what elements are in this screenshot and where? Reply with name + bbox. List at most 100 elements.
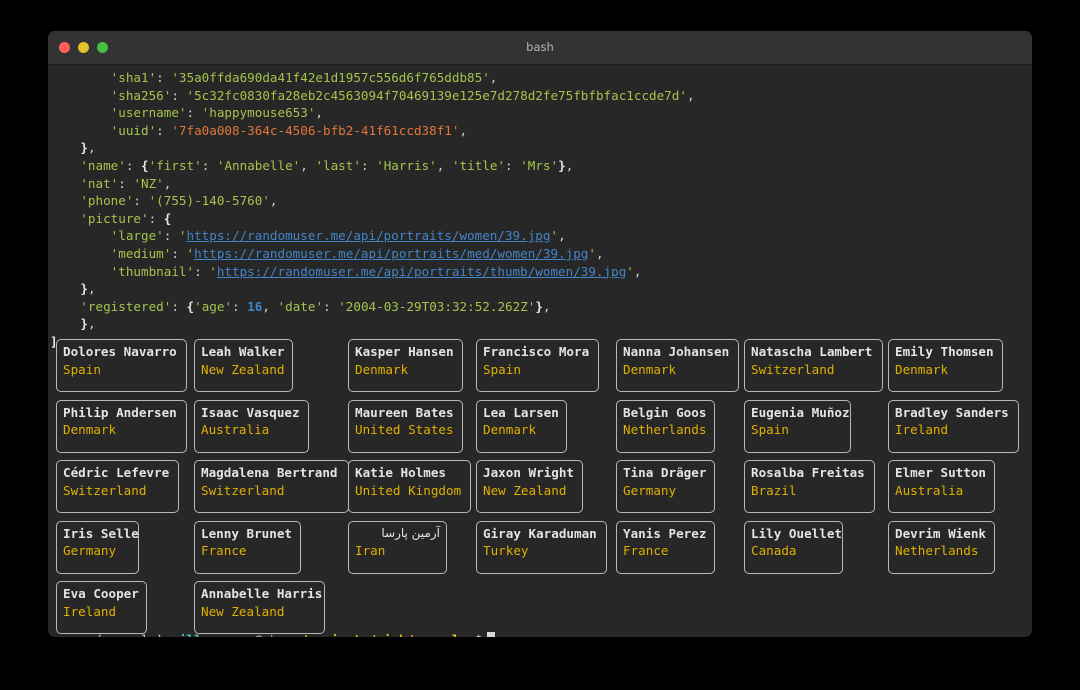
code-line: 'sha256': '5c32fc0830fa28eb2c4563094f704…	[50, 87, 695, 105]
code-token: ,	[87, 140, 96, 156]
code-line: 'uuid': '7fa0a008-364c-4506-bfb2-41f61cc…	[50, 122, 695, 140]
code-token: 'date'	[277, 298, 324, 314]
panel-row: Dolores Navarro Spain Leah Walker New Zeala…	[50, 339, 1030, 400]
code-token: '	[550, 228, 559, 244]
code-url-link[interactable]: https://randomuser.me/api/portraits/thum…	[217, 264, 626, 279]
user-panel-country: Iran	[355, 543, 386, 559]
code-token: :	[201, 157, 217, 173]
user-panel-name: آرمین پارسا	[381, 525, 440, 540]
user-panel-name: Yanis Perez	[623, 525, 707, 541]
user-panel-name: Rosalba Freitas	[751, 465, 865, 480]
user-panel-country: Brazil	[751, 482, 797, 498]
user-panel-name: Annabelle Harris	[201, 586, 323, 601]
user-panel-country: France	[201, 543, 247, 559]
code-token: }	[80, 281, 88, 297]
code-token: 'NZ'	[133, 175, 164, 191]
user-panel-name: Leah Walker	[201, 344, 285, 359]
code-line: 'medium': 'https://randomuser.me/api/por…	[50, 245, 695, 263]
user-panel-country: Switzerland	[63, 482, 147, 498]
user-panel-country: Denmark	[355, 361, 409, 377]
code-line: 'name': {'first': 'Annabelle', 'last': '…	[50, 157, 695, 175]
code-token: 'sha1'	[110, 70, 157, 85]
code-token: 16	[247, 298, 263, 314]
user-panel-name: Giray Karaduman	[483, 525, 597, 541]
user-panel: Yanis Perez France	[616, 520, 715, 574]
user-panel-name: Eugenia Muñoz	[751, 404, 850, 420]
user-panel-name: Lea Larsen	[483, 404, 559, 420]
user-panel-name: Isaac Vasquez	[201, 404, 300, 420]
user-panel: Maureen Bates United States	[348, 399, 463, 453]
user-panel-name: Iris Selle	[63, 525, 139, 541]
code-token: :	[171, 245, 187, 261]
user-panel-name: Tina Dräger	[623, 465, 707, 480]
code-url-link[interactable]: https://randomuser.me/api/portraits/med/…	[194, 246, 588, 261]
user-panel: Devrim Wienk Netherlands	[888, 520, 995, 574]
code-token: :	[148, 210, 164, 226]
user-panel-country: United Kingdom	[355, 482, 462, 498]
code-token: '	[178, 228, 187, 244]
text-cursor	[487, 631, 496, 637]
user-panel-name: Katie Holmes	[355, 465, 446, 480]
code-token: 'first'	[148, 157, 202, 173]
prompt-console-label: (console)	[96, 632, 172, 637]
user-panel: Cédric Lefevre Switzerland	[56, 460, 179, 513]
code-token: '	[588, 245, 596, 261]
user-panel: Lenny Brunet France	[194, 520, 301, 574]
user-panel-name: Bradley Sanders	[895, 404, 1009, 420]
user-panel-name: Lenny Brunet	[201, 525, 292, 541]
code-line: 'thumbnail': 'https://randomuser.me/api/…	[50, 263, 695, 281]
user-panel-country: Denmark	[895, 361, 949, 377]
prompt-colon: :	[285, 632, 293, 637]
window-title-bar[interactable]: bash	[48, 31, 1032, 65]
user-panel-country: Spain	[483, 361, 521, 377]
code-token: 'Annabelle'	[216, 157, 301, 173]
code-url-link[interactable]: https://randomuser.me/api/portraits/wome…	[187, 228, 551, 243]
user-panel-country: New Zealand	[483, 482, 567, 498]
user-panel: Emily Thomsen Denmark	[888, 339, 1003, 392]
user-panel: Tina Dräger Germany	[616, 460, 715, 513]
code-token: '	[209, 263, 217, 279]
code-token: }	[80, 140, 88, 156]
code-token: :	[505, 157, 521, 173]
user-panel: Giray Karaduman Turkey	[476, 520, 607, 574]
user-panel: Nanna Johansen Denmark	[616, 339, 739, 392]
user-panel-name: Eva Cooper	[63, 586, 139, 601]
user-panel-country: Canada	[751, 543, 797, 559]
terminal-body[interactable]: 'sha1': '35a0ffda690da41f42e1d1957c556d6…	[48, 65, 1032, 637]
panel-row: Cédric Lefevre Switzerland Magdalena Bertr…	[50, 460, 1030, 521]
code-token: ,	[262, 298, 278, 314]
code-token: ,	[558, 228, 566, 244]
panel-row: Philip Andersen Denmark Isaac Vasquez Austr…	[50, 399, 1030, 461]
code-token: :	[323, 298, 339, 314]
user-panel-country: France	[623, 543, 669, 559]
user-panel-name: Lily Ouellet	[751, 525, 842, 541]
user-panel-name: Cédric Lefevre	[63, 465, 170, 480]
code-token: {	[141, 157, 149, 173]
user-panel: Francisco Mora Spain	[476, 339, 599, 392]
code-token: '7fa0a008-364c-4506-bfb2-41f61ccd38f1'	[171, 122, 460, 138]
code-token: :	[360, 157, 377, 173]
user-panel-grid: Dolores Navarro Spain Leah Walker New Zeala…	[50, 339, 1030, 637]
user-panel: Jaxon Wright New Zealand	[476, 460, 583, 513]
user-panel-country: Denmark	[63, 422, 117, 438]
user-panel: Magdalena Bertrand Switzerland	[194, 460, 349, 513]
user-panel-name: Dolores Navarro	[63, 344, 177, 359]
code-token: :	[194, 263, 210, 279]
code-token: :	[163, 228, 179, 244]
user-panel-country: Turkey	[483, 543, 529, 559]
user-panel-name: Maureen Bates	[355, 404, 454, 420]
code-line: 'phone': '(755)-140-5760',	[50, 192, 695, 210]
user-panel-country: Australia	[895, 482, 964, 498]
code-token: }	[535, 298, 543, 314]
user-panel-name: Magdalena Bertrand	[201, 465, 338, 480]
prompt-dollar-sign: $	[475, 632, 483, 637]
